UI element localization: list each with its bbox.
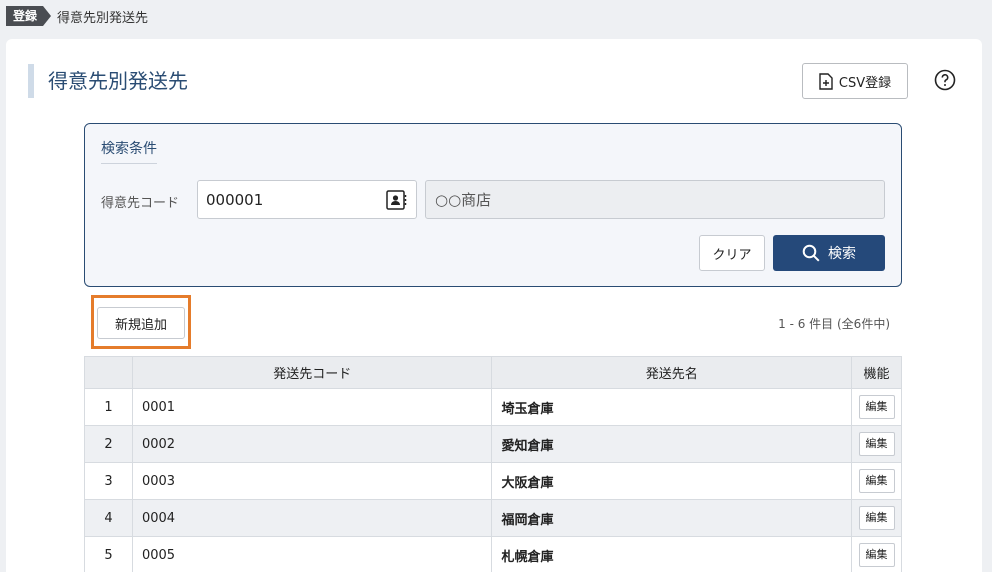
table-header-row: 発送先コード 発送先名 機能 xyxy=(84,356,902,389)
csv-register-button[interactable]: CSV登録 xyxy=(802,63,908,99)
customer-code-value: 000001 xyxy=(206,190,264,209)
edit-button[interactable]: 編集 xyxy=(858,543,895,567)
search-panel: 検索条件 得意先コード 000001 ○○商店 クリア 検索 xyxy=(84,123,902,287)
breadcrumb-tag[interactable]: 登録 xyxy=(6,6,52,26)
column-header-no xyxy=(84,356,133,389)
page-title: 得意先別発送先 xyxy=(28,64,188,98)
edit-button[interactable]: 編集 xyxy=(858,395,895,419)
edit-button[interactable]: 編集 xyxy=(858,506,895,530)
destination-code: 0003 xyxy=(131,462,493,500)
edit-button[interactable]: 編集 xyxy=(858,469,895,493)
destination-code: 0005 xyxy=(131,536,493,572)
row-number: 2 xyxy=(84,425,133,463)
csv-register-label: CSV登録 xyxy=(838,75,892,91)
table-row: 3 0003 大阪倉庫 編集 xyxy=(84,462,902,500)
customer-name-field: ○○商店 xyxy=(425,180,885,219)
table-row: 1 0001 埼玉倉庫 編集 xyxy=(84,388,902,426)
table-row: 4 0004 福岡倉庫 編集 xyxy=(84,499,902,537)
destination-code: 0001 xyxy=(131,388,493,426)
destination-name: 札幌倉庫 xyxy=(491,536,852,572)
destination-name: 埼玉倉庫 xyxy=(491,388,852,426)
destination-name: 愛知倉庫 xyxy=(491,425,852,463)
customer-code-label: 得意先コード xyxy=(101,196,180,211)
row-number: 3 xyxy=(84,462,133,500)
row-number: 4 xyxy=(84,499,133,537)
table-row: 5 0005 札幌倉庫 編集 xyxy=(84,536,902,572)
breadcrumb-current: 得意先別発送先 xyxy=(57,10,149,26)
column-header-code: 発送先コード xyxy=(131,356,493,389)
contact-card-icon[interactable] xyxy=(386,190,408,210)
destination-code: 0004 xyxy=(131,499,493,537)
row-number: 1 xyxy=(84,388,133,426)
edit-button[interactable]: 編集 xyxy=(858,432,895,456)
column-header-function: 機能 xyxy=(851,356,902,389)
clear-button[interactable]: クリア xyxy=(699,235,765,271)
result-count: 1 - 6 件目 (全6件中) xyxy=(778,317,890,331)
breadcrumb: 登録 得意先別発送先 xyxy=(0,0,148,32)
main-card: 得意先別発送先 CSV登録 検索条件 得意先コード 000001 ○○商店 クリ… xyxy=(6,39,982,572)
file-plus-icon xyxy=(819,72,833,90)
destination-table: 発送先コード 発送先名 機能 1 0001 埼玉倉庫 編集 2 0002 愛知倉… xyxy=(84,356,902,572)
row-number: 5 xyxy=(84,536,133,572)
destination-name: 福岡倉庫 xyxy=(491,499,852,537)
search-icon xyxy=(802,244,820,262)
destination-name: 大阪倉庫 xyxy=(491,462,852,500)
search-button-label: 検索 xyxy=(828,246,856,262)
add-new-button[interactable]: 新規追加 xyxy=(97,307,185,339)
help-icon[interactable] xyxy=(934,69,956,91)
column-header-name: 発送先名 xyxy=(491,356,852,389)
destination-code: 0002 xyxy=(131,425,493,463)
search-title: 検索条件 xyxy=(101,138,157,164)
search-button[interactable]: 検索 xyxy=(773,235,885,271)
customer-code-input[interactable]: 000001 xyxy=(197,180,417,219)
table-row: 2 0002 愛知倉庫 編集 xyxy=(84,425,902,463)
